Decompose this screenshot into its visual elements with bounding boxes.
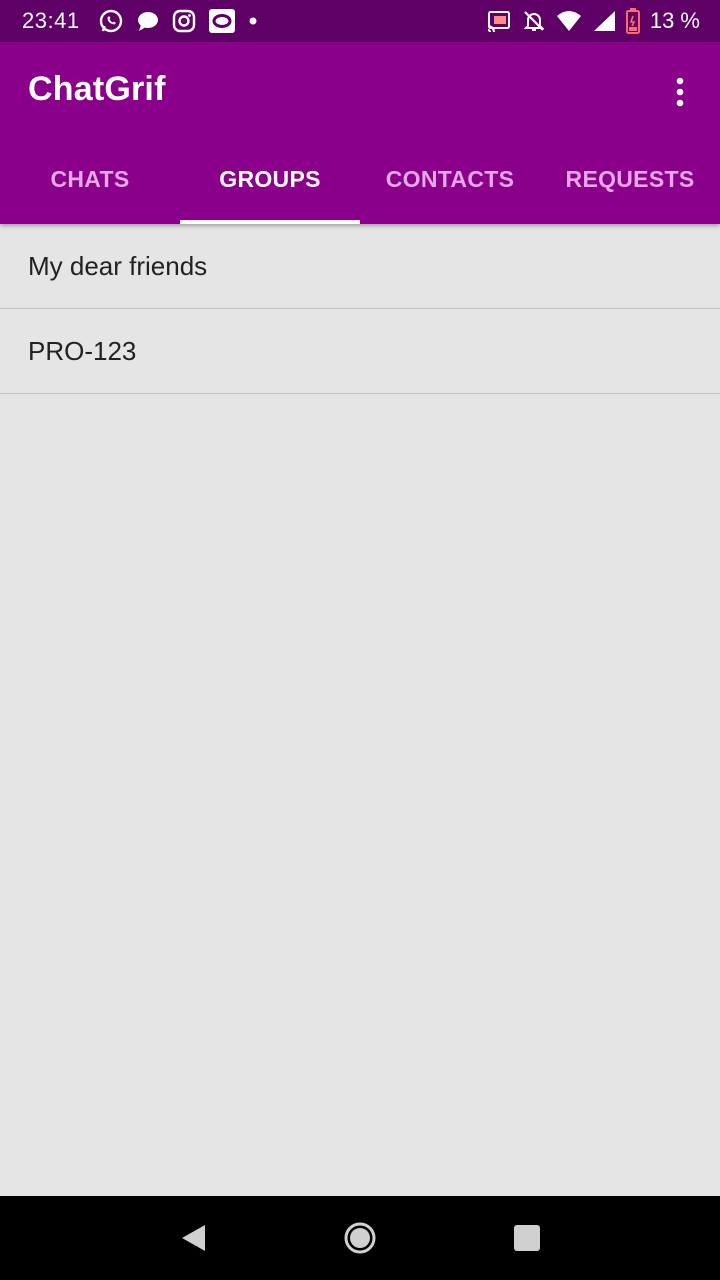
opera-icon (208, 8, 236, 34)
group-item-my-dear-friends[interactable]: My dear friends (0, 224, 720, 309)
tab-groups[interactable]: GROUPS (180, 134, 360, 224)
home-icon (343, 1221, 377, 1255)
recents-icon (513, 1224, 541, 1252)
tab-contacts[interactable]: CONTACTS (360, 134, 540, 224)
battery-icon (625, 8, 640, 34)
more-vert-icon (675, 77, 685, 107)
whatsapp-icon (98, 8, 124, 34)
app-title: ChatGrif (28, 70, 166, 108)
navigation-bar (0, 1196, 720, 1280)
tab-bar: CHATS GROUPS CONTACTS REQUESTS (0, 134, 720, 224)
wifi-icon (556, 10, 582, 32)
battery-percentage: 13 % (649, 8, 700, 33)
status-time: 23:41 (22, 8, 80, 33)
home-button[interactable] (330, 1208, 390, 1268)
instagram-icon (172, 9, 196, 33)
bell-off-icon (522, 9, 546, 33)
app-bar: ChatGrif CHATS GROUPS CONTACTS REQUESTS (0, 42, 720, 224)
notification-icons (98, 8, 258, 34)
group-item-pro-123[interactable]: PRO-123 (0, 309, 720, 394)
dot-icon (248, 16, 258, 26)
signal-icon (592, 10, 616, 32)
message-icon (136, 9, 160, 33)
system-status-icons: 13 % (486, 8, 700, 34)
recents-button[interactable] (497, 1208, 557, 1268)
cast-icon (486, 9, 512, 33)
status-bar: 23:41 13 % (0, 0, 720, 42)
tab-chats[interactable]: CHATS (0, 134, 180, 224)
back-button[interactable] (163, 1208, 223, 1268)
groups-list: My dear friends PRO-123 (0, 224, 720, 394)
tab-requests[interactable]: REQUESTS (540, 134, 720, 224)
back-icon (179, 1223, 207, 1253)
more-options-button[interactable] (660, 70, 700, 114)
